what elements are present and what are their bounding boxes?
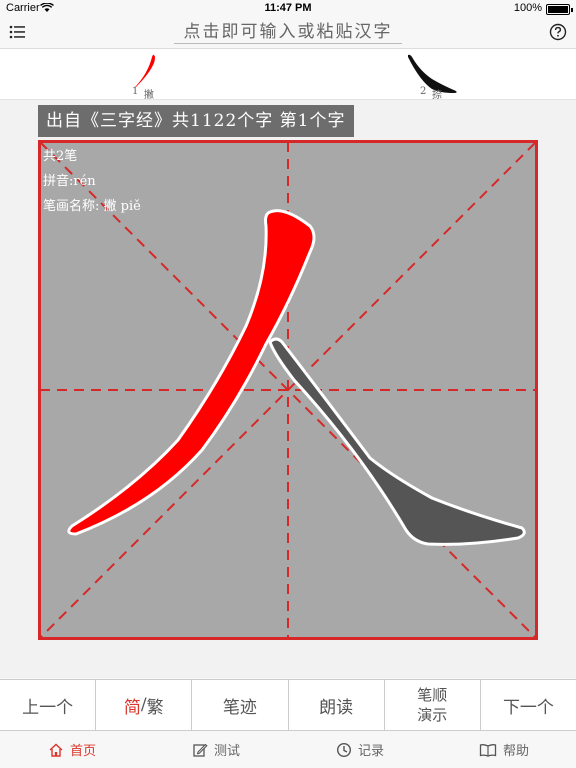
read-aloud-button[interactable]: 朗读 xyxy=(289,680,385,730)
action-toolbar: 上一个 简 / 繁 笔迹 朗读 笔顺 演示 下一个 xyxy=(0,679,576,731)
book-icon xyxy=(479,743,497,757)
battery-icon xyxy=(546,4,573,15)
stroke-number: 1 xyxy=(132,86,139,97)
tab-records[interactable]: 记录 xyxy=(288,731,432,768)
tab-home[interactable]: 首页 xyxy=(0,731,144,768)
home-icon xyxy=(49,743,63,757)
character-search-input[interactable]: 点击即可输入或粘贴汉字 xyxy=(174,20,402,44)
stroke-item-pie[interactable]: 1 撇 xyxy=(110,49,190,101)
battery-percentage: 100% xyxy=(513,2,542,14)
tab-label: 测试 xyxy=(213,744,240,759)
tab-label: 帮助 xyxy=(502,744,529,759)
clock-icon xyxy=(336,742,351,757)
tab-test[interactable]: 测试 xyxy=(144,731,288,768)
status-bar: Carrier 11:47 PM 100% xyxy=(0,0,576,18)
question-icon[interactable] xyxy=(548,22,568,42)
traditional-option[interactable]: 繁 xyxy=(147,693,164,718)
main-area: 出自《三字经》共1122个字 第1个字 共2笔 拼音:rén 笔画名称: 撇 p… xyxy=(0,100,576,678)
stroke-name-label: 笔画名称: 撇 piě xyxy=(43,199,141,214)
character-practice-grid[interactable] xyxy=(38,140,538,640)
stroke-count-label: 共2笔 xyxy=(43,149,78,164)
navigation-bar: 点击即可输入或粘贴汉字 xyxy=(0,18,576,48)
previous-button[interactable]: 上一个 xyxy=(0,680,97,730)
list-icon[interactable] xyxy=(8,23,28,41)
simplified-traditional-toggle[interactable]: 简 / 繁 xyxy=(96,680,193,730)
tab-help[interactable]: 帮助 xyxy=(432,731,576,768)
tab-bar: 首页 测试 记录 帮助 xyxy=(0,731,576,768)
stroke-order-label-line1: 笔顺 xyxy=(417,686,448,704)
pinyin-label: 拼音:rén xyxy=(43,174,96,189)
stroke-number: 2 xyxy=(420,86,427,97)
tab-label: 记录 xyxy=(357,744,384,759)
trace-button[interactable]: 笔迹 xyxy=(192,680,289,730)
source-banner: 出自《三字经》共1122个字 第1个字 xyxy=(38,105,354,137)
next-button[interactable]: 下一个 xyxy=(481,680,576,730)
stroke-item-na[interactable]: 2 捺 xyxy=(398,49,478,101)
stroke-name: 捺 xyxy=(432,90,442,101)
stroke-order-demo-button[interactable]: 笔顺 演示 xyxy=(385,680,481,730)
edit-icon xyxy=(193,743,208,757)
tab-label: 首页 xyxy=(69,744,96,759)
stroke-order-label-line2: 演示 xyxy=(417,706,448,724)
clock-time: 11:47 PM xyxy=(264,2,312,14)
stroke-list: 1 撇 2 捺 xyxy=(0,48,576,101)
search-placeholder: 点击即可输入或粘贴汉字 xyxy=(183,22,393,42)
simplified-option[interactable]: 简 xyxy=(124,693,141,718)
stroke-name: 撇 xyxy=(144,90,154,101)
